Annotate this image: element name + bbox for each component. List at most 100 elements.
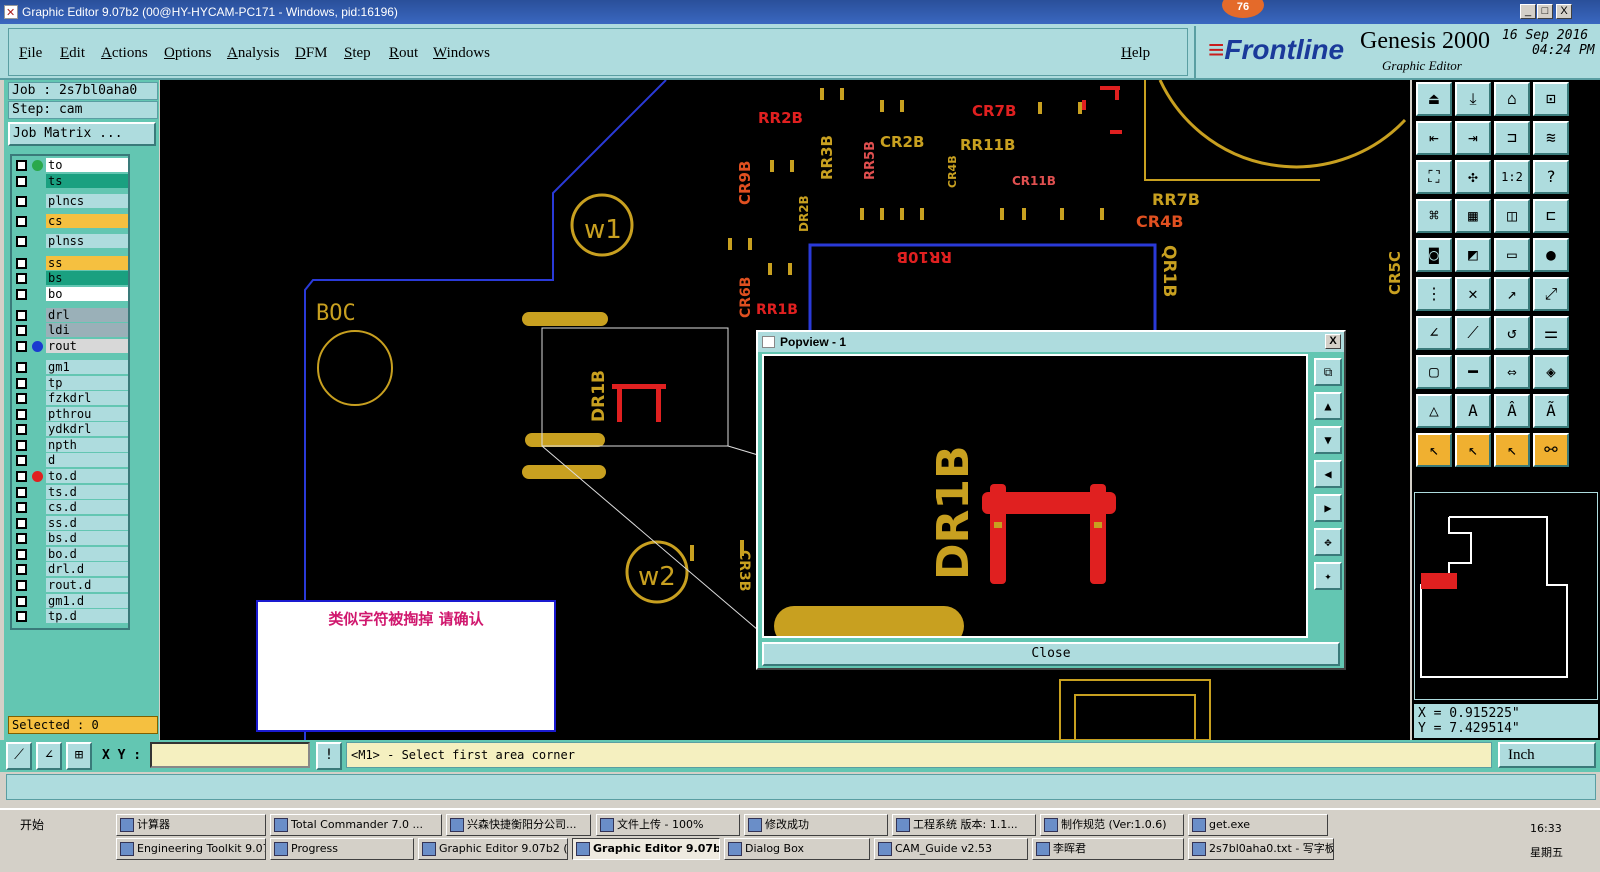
taskbar-item[interactable]: Graphic Editor 9.07b... [572, 838, 720, 860]
layer-row-bs[interactable]: bs [12, 271, 128, 286]
layer-row-to[interactable]: to [12, 158, 128, 173]
layer-row-drl[interactable]: drl [12, 308, 128, 323]
menu-help[interactable]: Help [1121, 45, 1150, 62]
layer-row-ydkdrl[interactable]: ydkdrl [12, 422, 128, 437]
connect-icon[interactable]: ⋮ [1416, 277, 1452, 311]
slash-icon[interactable]: ⟋ [1455, 316, 1491, 350]
layer-row-tp[interactable]: tp [12, 376, 128, 391]
taskbar-item[interactable]: Progress [270, 838, 414, 860]
select-icon[interactable]: ◙ [1416, 238, 1452, 272]
layer-checkbox[interactable] [16, 258, 27, 269]
layer-checkbox[interactable] [16, 533, 27, 544]
popview-pan-down-icon[interactable]: ▼ [1314, 426, 1342, 454]
layer-row-to-d[interactable]: to.d [12, 469, 128, 484]
layer-name[interactable]: fzkdrl [46, 391, 128, 405]
menu-windows[interactable]: Windows [433, 45, 490, 62]
grid-view-icon[interactable]: ▦ [1455, 199, 1491, 233]
text-b-icon[interactable]: Â [1494, 394, 1530, 428]
layer-name[interactable]: d [46, 453, 128, 467]
taskbar-item[interactable]: 制作规范 (Ver:1.0.6) [1040, 814, 1184, 836]
layer-checkbox[interactable] [16, 440, 27, 451]
layer-row-bo-d[interactable]: bo.d [12, 547, 128, 562]
layer-row-cs[interactable]: cs [12, 214, 128, 229]
pan-right-icon[interactable]: ⇥ [1455, 121, 1491, 155]
layer-row-ldi[interactable]: ldi [12, 323, 128, 338]
line-icon[interactable]: ↗ [1494, 277, 1530, 311]
net-icon[interactable]: ⚯ [1533, 433, 1569, 467]
layer-row-rout[interactable]: rout [12, 339, 128, 354]
layer-name[interactable]: ldi [46, 323, 128, 337]
layer-row-plnss[interactable]: plnss [12, 234, 128, 249]
layer-checkbox[interactable] [16, 611, 27, 622]
taskbar-item[interactable]: Graphic Editor 9.07b2 (... [418, 838, 568, 860]
layer-checkbox[interactable] [16, 216, 27, 227]
layer-name[interactable]: rout.d [46, 578, 128, 592]
layer-name[interactable]: to [46, 158, 128, 172]
popview-fit-icon[interactable]: ✥ [1314, 528, 1342, 556]
menu-rout[interactable]: Rout [389, 45, 418, 62]
menu-dfm[interactable]: DFM [295, 45, 328, 62]
popview-canvas[interactable]: DR1B [762, 354, 1308, 638]
text-c-icon[interactable]: Ã [1533, 394, 1569, 428]
taskbar-item[interactable]: Engineering Toolkit 9.07... [116, 838, 266, 860]
save-up-icon[interactable]: ⏏ [1416, 82, 1452, 116]
bus-icon[interactable]: ⚌ [1533, 316, 1569, 350]
point-icon[interactable]: ● [1533, 238, 1569, 272]
layer-checkbox[interactable] [16, 289, 27, 300]
layer-checkbox[interactable] [16, 424, 27, 435]
box-icon[interactable]: ▢ [1416, 355, 1452, 389]
angle-icon[interactable]: ∠ [36, 742, 62, 770]
layer-row-plncs[interactable]: plncs [12, 194, 128, 209]
taskbar-item[interactable]: 兴森快捷衡阳分公司... [446, 814, 591, 836]
layer-name[interactable]: plncs [46, 194, 128, 208]
job-matrix-button[interactable]: Job Matrix ... [8, 122, 156, 146]
fit-icon[interactable]: ⊐ [1494, 121, 1530, 155]
angle-icon[interactable]: ∠ [1416, 316, 1452, 350]
layer-name[interactable]: bs.d [46, 531, 128, 545]
layer-row-fzkdrl[interactable]: fzkdrl [12, 391, 128, 406]
layer-checkbox[interactable] [16, 564, 27, 575]
layer-name[interactable]: npth [46, 438, 128, 452]
text-a-icon[interactable]: A [1455, 394, 1491, 428]
layer-row-ts-d[interactable]: ts.d [12, 485, 128, 500]
layer-name[interactable]: gm1 [46, 360, 128, 374]
popview-pan-left-icon[interactable]: ◀ [1314, 460, 1342, 488]
rect-icon[interactable]: ◩ [1455, 238, 1491, 272]
pointer-region-icon[interactable]: ↖ [1494, 433, 1530, 467]
alert-icon[interactable]: ! [316, 742, 342, 770]
layer-checkbox[interactable] [16, 378, 27, 389]
layer-row-bo[interactable]: bo [12, 287, 128, 302]
layer-name[interactable]: bs [46, 271, 128, 285]
layer-name[interactable]: plnss [46, 234, 128, 248]
taskbar-item[interactable]: 2s7bl0aha0.txt - 写字板 [1188, 838, 1334, 860]
layer-row-rout-d[interactable]: rout.d [12, 578, 128, 593]
layer-checkbox[interactable] [16, 273, 27, 284]
layer-name[interactable]: gm1.d [46, 594, 128, 608]
minimize-button[interactable]: _ [1520, 4, 1536, 19]
taskbar-item[interactable]: CAM_Guide v2.53 [874, 838, 1028, 860]
layer-checkbox[interactable] [16, 236, 27, 247]
layer-row-ss[interactable]: ss [12, 256, 128, 271]
cross-icon[interactable]: ✕ [1455, 277, 1491, 311]
layer-checkbox[interactable] [16, 487, 27, 498]
move-icon[interactable]: ✣ [1455, 160, 1491, 194]
layer-name[interactable]: tp.d [46, 609, 128, 623]
popview-close-icon[interactable]: X [1325, 334, 1341, 349]
layer-checkbox[interactable] [16, 596, 27, 607]
window-title-bar[interactable]: Graphic Editor 9.07b2 (00@HY-HYCAM-PC171… [0, 0, 1600, 25]
layer-name[interactable]: cs [46, 214, 128, 228]
layer-checkbox[interactable] [16, 310, 27, 321]
layer-checkbox[interactable] [16, 502, 27, 513]
layer-checkbox[interactable] [16, 196, 27, 207]
layer-checkbox[interactable] [16, 549, 27, 560]
popview-pan-right-icon[interactable]: ▶ [1314, 494, 1342, 522]
layer-scrollbar[interactable] [132, 154, 152, 630]
layer-row-gm1-d[interactable]: gm1.d [12, 594, 128, 609]
taskbar-item[interactable]: Dialog Box [724, 838, 870, 860]
menu-edit[interactable]: Edit [60, 45, 85, 62]
taskbar-item[interactable]: 文件上传 - 100% [596, 814, 740, 836]
pointer-box-icon[interactable]: ↖ [1455, 433, 1491, 467]
layer-name[interactable]: tp [46, 376, 128, 390]
taskbar-item[interactable]: 李晖君 [1032, 838, 1184, 860]
layer-name[interactable]: pthrou [46, 407, 128, 421]
